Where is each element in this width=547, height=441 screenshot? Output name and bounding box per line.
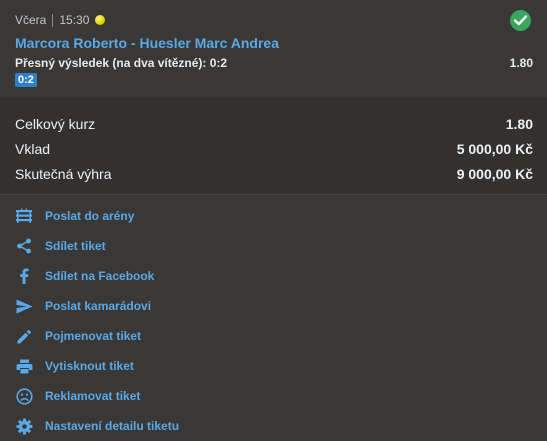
bet-section: Včera 15:30 Marcora Roberto - Huesler Ma…: [0, 0, 547, 98]
stake-row: Vklad 5 000,00 Kč: [15, 141, 533, 157]
ticket-detail: Včera 15:30 Marcora Roberto - Huesler Ma…: [0, 0, 547, 441]
bet-meta: Včera 15:30: [15, 13, 106, 27]
action-label: Poslat kamarádovi: [45, 299, 152, 313]
ticket-detail-settings-action[interactable]: Nastavení detailu tiketu: [15, 416, 179, 436]
print-ticket-action[interactable]: Vytisknout tiket: [15, 356, 134, 376]
tennis-ball-icon: [95, 15, 106, 25]
pencil-icon: [15, 327, 33, 345]
print-icon: [15, 357, 33, 375]
win-label: Skutečná výhra: [15, 166, 112, 182]
market-name: Přesný výsledek (na dva vítězné): 0:2: [15, 56, 228, 70]
send-to-arena-action[interactable]: Poslat do arény: [15, 206, 134, 226]
meta-separator: [52, 13, 54, 27]
match-name[interactable]: Marcora Roberto - Huesler Marc Andrea: [15, 35, 279, 51]
share-facebook-action[interactable]: Sdílet na Facebook: [15, 266, 154, 286]
send-to-friend-action[interactable]: Poslat kamarádovi: [15, 296, 151, 316]
action-label: Sdílet na Facebook: [45, 269, 155, 283]
win-value: 9 000,00 Kč: [456, 166, 533, 182]
bet-odd: 1.80: [509, 56, 533, 70]
total-odds-row: Celkový kurz 1.80: [15, 116, 533, 132]
bet-time: 15:30: [59, 13, 90, 27]
check-circle-icon: [510, 10, 531, 31]
ticket-summary: Celkový kurz 1.80 Vklad 5 000,00 Kč Skut…: [0, 99, 547, 194]
action-label: Vytisknout tiket: [45, 359, 134, 373]
pick-badge: 0:2: [15, 73, 37, 87]
sad-face-icon: [15, 387, 33, 405]
total-odds-label: Celkový kurz: [15, 116, 96, 132]
facebook-icon: [15, 267, 33, 285]
arena-icon: [15, 207, 33, 225]
stake-value: 5 000,00 Kč: [456, 141, 533, 157]
stake-label: Vklad: [15, 141, 51, 157]
action-label: Poslat do arény: [45, 209, 135, 223]
action-label: Sdílet tiket: [45, 239, 106, 253]
win-row: Skutečná výhra 9 000,00 Kč: [15, 166, 533, 182]
rename-ticket-action[interactable]: Pojmenovat tiket: [15, 326, 141, 346]
share-ticket-action[interactable]: Sdílet tiket: [15, 236, 106, 256]
gear-icon: [15, 417, 33, 435]
total-odds-value: 1.80: [505, 116, 533, 132]
send-icon: [15, 297, 33, 315]
ticket-actions: Poslat do arény Sdílet tiket Sdílet na F…: [0, 195, 547, 441]
complain-ticket-action[interactable]: Reklamovat tiket: [15, 386, 140, 406]
action-label: Reklamovat tiket: [45, 389, 141, 403]
bet-day: Včera: [15, 13, 47, 27]
action-label: Pojmenovat tiket: [45, 329, 142, 343]
share-icon: [15, 237, 33, 255]
action-label: Nastavení detailu tiketu: [45, 419, 180, 433]
